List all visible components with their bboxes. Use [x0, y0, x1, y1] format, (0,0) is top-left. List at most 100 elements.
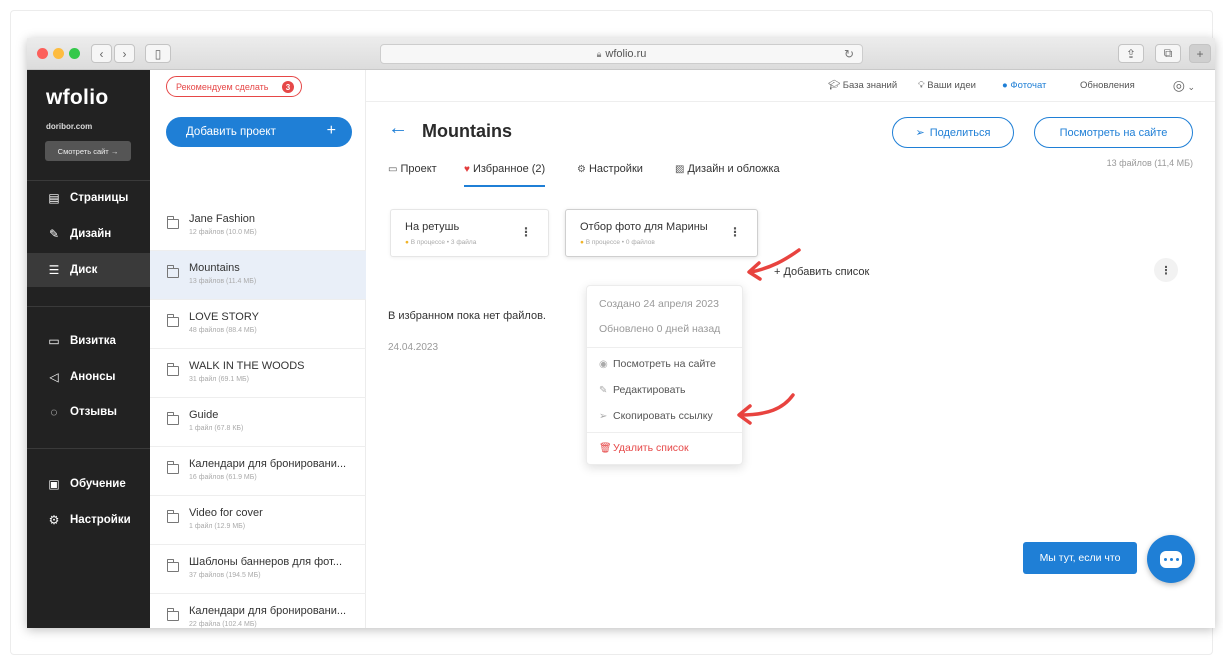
disk-icon: ☰ [48, 263, 60, 277]
minimize-window-button[interactable] [53, 48, 64, 59]
photochat-icon: ● [1002, 80, 1008, 91]
browser-window: ‹ › ▯ 🔒︎ wfolio.ru ↻ ⇪ ⧉ + wfolio doribo… [27, 38, 1215, 628]
sidebar-item-label: Анонсы [70, 371, 116, 383]
knowledge-base-link[interactable]: 🎓︎ База знаний [828, 80, 897, 91]
reviews-icon: ◌ [50, 405, 58, 419]
more-options-button[interactable]: ⋮ [1154, 258, 1178, 282]
project-name: Jane Fashion [189, 213, 256, 225]
project-item-walk-in-the-woods[interactable]: WALK IN THE WOODS 31 файл (69.1 МБ) [150, 349, 366, 398]
send-icon: ➢ [599, 411, 608, 422]
add-project-button[interactable]: Добавить проект + [166, 117, 352, 147]
chat-button[interactable] [1147, 535, 1195, 583]
tab-label: Дизайн и обложка [687, 163, 780, 175]
folder-icon [166, 559, 179, 572]
view-site-button[interactable]: Смотреть сайт → [45, 141, 131, 161]
share-button[interactable]: ➢ Поделиться [892, 117, 1014, 148]
project-item-video-for-cover[interactable]: Video for cover 1 файл (12.9 МБ) [150, 496, 366, 545]
main-content: ← Mountains ➢ Поделиться Посмотреть на с… [366, 102, 1215, 628]
project-info: 12 файлов (10.0 МБ) [189, 229, 257, 236]
menu-item-edit[interactable]: ✎ Редактировать [599, 384, 686, 396]
tabs-button[interactable]: ⧉ [1155, 44, 1181, 63]
back-nav-button[interactable]: ‹ [91, 44, 112, 63]
user-menu[interactable]: ◎ ⌄ [1173, 77, 1195, 94]
project-item-calendars-2[interactable]: Календари для бронировани... 22 файла (1… [150, 594, 366, 628]
more-vertical-icon[interactable]: ⋮ [520, 225, 532, 239]
project-item-guide[interactable]: Guide 1 файл (67.8 КБ) [150, 398, 366, 447]
annotation-arrow-icon [747, 248, 801, 281]
sidebar-item-settings[interactable]: ⚙ Настройки [27, 503, 150, 537]
sidebar-item-label: Страницы [70, 192, 129, 204]
url-text: wfolio.ru [605, 48, 647, 60]
menu-item-copy-link[interactable]: ➢ Скопировать ссылку [599, 410, 713, 422]
project-name: Guide [189, 409, 219, 421]
knowledge-base-label: База знаний [842, 80, 898, 91]
sidebar-toggle-icon: ▯ [154, 46, 162, 61]
tab-settings[interactable]: ⚙ Настройки [577, 163, 643, 187]
tab-favorites[interactable]: ♥ Избранное (2) [464, 163, 546, 187]
close-window-button[interactable] [37, 48, 48, 59]
page-title: Mountains [422, 121, 512, 141]
sidebar-item-announcements[interactable]: ◁ Анонсы [27, 360, 150, 394]
project-item-calendars-1[interactable]: Календари для бронировани... 16 файлов (… [150, 447, 366, 496]
updates-link[interactable]: Обновления [1080, 80, 1135, 91]
favorites-list-card[interactable]: На ретушь ● В процессе • 3 файла ⋮ [390, 209, 549, 257]
tab-label: Избранное (2) [472, 163, 546, 175]
project-info: 13 файлов (11.4 МБ) [189, 278, 257, 285]
menu-divider [587, 432, 742, 433]
photochat-link[interactable]: ● Фоточат [1002, 80, 1046, 91]
eye-icon: ◉ [599, 359, 608, 370]
list-date: 24.04.2023 [388, 342, 439, 353]
graduation-cap-icon: 🎓︎ [828, 80, 843, 91]
sidebar-item-label: Визитка [70, 335, 116, 347]
project-info: 1 файл (12.9 МБ) [189, 523, 246, 530]
top-navigation: 🎓︎ База знаний 💡︎ Ваши идеи ● Фоточат Об… [366, 70, 1215, 102]
sidebar-item-pages[interactable]: ▤ Страницы [27, 181, 150, 215]
ideas-label: Ваши идеи [927, 80, 976, 91]
project-item-jane-fashion[interactable]: Jane Fashion 12 файлов (10.0 МБ) [150, 202, 366, 251]
sidebar-item-card[interactable]: ▭ Визитка [27, 324, 150, 358]
new-tab-button[interactable]: + [1189, 44, 1211, 63]
favorites-list-card[interactable]: Отбор фото для Марины ● В процессе • 0 ф… [565, 209, 758, 257]
sidebar-item-design[interactable]: ✎ Дизайн [27, 217, 150, 251]
gear-icon: ⚙ [577, 164, 586, 175]
project-item-banner-templates[interactable]: Шаблоны баннеров для фот... 37 файлов (1… [150, 545, 366, 594]
folder-icon [166, 412, 179, 425]
folder-icon: ▭ [388, 164, 398, 175]
recommend-button[interactable]: Рекомендуем сделать 3 [166, 76, 302, 97]
tab-design-cover[interactable]: ▨ Дизайн и обложка [675, 163, 780, 187]
sidebar-item-disk[interactable]: ☰ Диск [27, 253, 150, 287]
chat-prompt-button[interactable]: Мы тут, если что [1023, 542, 1137, 574]
project-name: Video for cover [189, 507, 263, 519]
sidebar-toggle-button[interactable]: ▯ [145, 44, 171, 63]
menu-item-label: Редактировать [613, 384, 686, 396]
project-name: WALK IN THE WOODS [189, 360, 305, 372]
card-icon: ▭ [48, 334, 60, 348]
user-avatar-icon: ◎ [1172, 77, 1185, 93]
folder-icon [166, 461, 179, 474]
address-bar[interactable]: 🔒︎ wfolio.ru ↻ [380, 44, 863, 64]
list-meta: ● В процессе • 0 файлов [580, 239, 655, 246]
project-item-mountains[interactable]: Mountains 13 файлов (11.4 МБ) [150, 251, 366, 300]
tab-project[interactable]: ▭ Проект [388, 163, 437, 187]
view-on-site-button[interactable]: Посмотреть на сайте [1034, 117, 1193, 148]
forward-nav-button[interactable]: › [114, 44, 135, 63]
share-browser-button[interactable]: ⇪ [1118, 44, 1144, 63]
page-icon: ▤ [48, 191, 60, 205]
sidebar-item-learning[interactable]: ▣ Обучение [27, 467, 150, 501]
menu-item-delete-list[interactable]: 🗑︎Удалить список [599, 442, 689, 454]
list-meta-text: В процессе • 3 файла [410, 239, 477, 246]
share-icon: ⇪ [1125, 46, 1137, 61]
brush-icon: ✎ [48, 227, 60, 241]
back-arrow-icon[interactable]: ← [388, 117, 408, 140]
menu-item-view-on-site[interactable]: ◉ Посмотреть на сайте [599, 358, 716, 370]
project-item-love-story[interactable]: LOVE STORY 48 файлов (88.4 МБ) [150, 300, 366, 349]
maximize-window-button[interactable] [69, 48, 80, 59]
more-vertical-icon[interactable]: ⋮ [729, 225, 741, 239]
ideas-link[interactable]: 💡︎ Ваши идеи [918, 80, 976, 91]
project-info: 1 файл (67.8 КБ) [189, 425, 244, 432]
sidebar-item-reviews[interactable]: ◌ Отзывы [27, 395, 150, 429]
menu-item-label: Посмотреть на сайте [613, 358, 716, 370]
chevron-left-icon: ‹ [99, 46, 104, 61]
reload-icon[interactable]: ↻ [844, 47, 854, 61]
recommend-count-badge: 3 [282, 81, 294, 93]
